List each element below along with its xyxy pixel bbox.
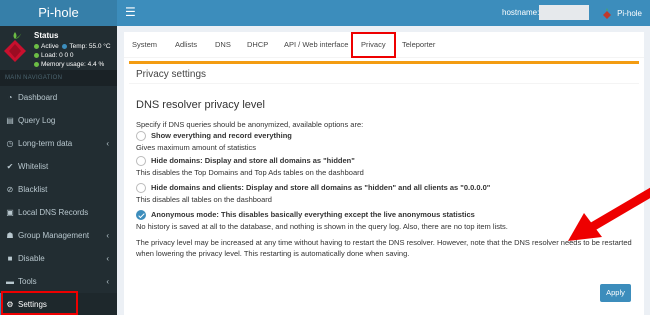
- address-book-icon: ▣: [6, 208, 14, 217]
- sidebar-item-whitelist[interactable]: ✔ Whitelist: [0, 155, 117, 178]
- box-title: Privacy settings: [129, 64, 639, 84]
- temp-icon: [62, 43, 68, 49]
- ban-icon: ⊘: [6, 185, 14, 194]
- sidebar-item-local-dns-records[interactable]: ▣ Local DNS Records: [0, 201, 117, 224]
- folder-icon: ▬: [6, 277, 14, 286]
- tab-adlists[interactable]: Adlists: [175, 32, 197, 58]
- radio-button-checked[interactable]: [136, 210, 146, 220]
- privacy-restart-note: The privacy level may be increased at an…: [136, 238, 632, 258]
- chevron-left-icon: ‹: [106, 139, 109, 148]
- active-label: Active: [41, 43, 59, 50]
- sidebar-item-label: Tools: [18, 277, 37, 286]
- option-label: Anonymous mode: This disables basically …: [151, 210, 475, 219]
- privacy-intro: Specify if DNS queries should be anonymi…: [136, 120, 364, 129]
- sidebar-item-query-log[interactable]: ▤ Query Log: [0, 109, 117, 132]
- chevron-left-icon: ‹: [106, 277, 109, 286]
- chevron-left-icon: ‹: [106, 231, 109, 240]
- option-description: This disables all tables on the dashboar…: [136, 195, 272, 204]
- option-label: Show everything and record everything: [151, 131, 292, 140]
- app-logo[interactable]: Pi-hole: [0, 0, 117, 26]
- hostname-value: [539, 5, 589, 20]
- memory-label: Memory usage: 4.4 %: [41, 61, 105, 68]
- nav-header: MAIN NAVIGATION: [0, 70, 117, 86]
- option-label: Hide domains: Display and store all doma…: [151, 156, 355, 165]
- tab-system[interactable]: System: [132, 32, 157, 58]
- sidebar-item-label: Whitelist: [18, 162, 49, 171]
- radio-button[interactable]: [136, 131, 146, 141]
- memory-dot-icon: [34, 61, 39, 67]
- sidebar-item-label: Long-term data: [18, 139, 73, 148]
- status-panel: Status Active Temp: 55.0 °C Load: 0 0 0 …: [0, 26, 117, 70]
- hamburger-icon[interactable]: ☰: [125, 5, 136, 19]
- sidebar-item-tools[interactable]: ▬ Tools ‹: [0, 270, 117, 293]
- load-label: Load: 0 0 0: [41, 52, 74, 59]
- check-circle-icon: ✔: [6, 162, 14, 171]
- user-menu[interactable]: Pi-hole: [602, 7, 642, 19]
- tab-api-web-interface[interactable]: API / Web interface: [284, 32, 348, 58]
- option-description: Gives maximum amount of statistics: [136, 143, 257, 152]
- option-description: No history is saved at all to the databa…: [136, 222, 508, 231]
- sidebar-item-dashboard[interactable]: ◔ Dashboard: [0, 86, 117, 109]
- radio-button[interactable]: [136, 183, 146, 193]
- sidebar-item-label: Group Management: [18, 231, 90, 240]
- sidebar: Status Active Temp: 55.0 °C Load: 0 0 0 …: [0, 26, 117, 315]
- dashboard-icon: ◔: [7, 93, 13, 102]
- load-dot-icon: [34, 52, 39, 58]
- user-label: Pi-hole: [617, 8, 642, 18]
- history-icon: ◷: [6, 139, 14, 148]
- privacy-box: Privacy settings DNS resolver privacy le…: [129, 61, 639, 310]
- settings-highlight: [1, 291, 78, 315]
- option-description: This disables the Top Domains and Top Ad…: [136, 168, 364, 177]
- top-navbar: ☰ hostname: Pi-hole: [117, 0, 650, 26]
- status-active: Active Temp: 55.0 °C: [34, 43, 111, 50]
- option-label: Hide domains and clients: Display and st…: [151, 183, 491, 192]
- users-icon: ☗: [6, 231, 14, 240]
- stop-icon: ■: [7, 254, 13, 263]
- sidebar-item-label: Query Log: [18, 116, 56, 125]
- active-dot-icon: [34, 43, 39, 49]
- status-title: Status: [34, 31, 59, 40]
- nav-list: ◔ Dashboard ▤ Query Log ◷ Long-term data ‹ ✔ Whi…: [0, 86, 117, 315]
- sidebar-item-label: Local DNS Records: [18, 208, 89, 217]
- red-arrow-annotation: [568, 187, 650, 241]
- privacy-level-heading: DNS resolver privacy level: [136, 99, 265, 111]
- hostname-label: hostname:: [502, 8, 540, 17]
- apply-button[interactable]: Apply: [600, 284, 631, 302]
- file-icon: ▤: [6, 116, 14, 125]
- status-memory: Memory usage: 4.4 %: [34, 61, 104, 68]
- pihole-logo-icon: [603, 8, 612, 19]
- sidebar-item-disable[interactable]: ■ Disable ‹: [0, 247, 117, 270]
- sidebar-item-group-management[interactable]: ☗ Group Management ‹: [0, 224, 117, 247]
- tab-teleporter[interactable]: Teleporter: [402, 32, 435, 58]
- status-load: Load: 0 0 0: [34, 52, 74, 59]
- radio-button[interactable]: [136, 156, 146, 166]
- settings-tabs: System Adlists DNS DHCP API / Web interf…: [124, 32, 644, 58]
- sidebar-item-long-term-data[interactable]: ◷ Long-term data ‹: [0, 132, 117, 155]
- temp-label: Temp: 55.0 °C: [69, 43, 111, 50]
- sidebar-item-label: Dashboard: [18, 93, 58, 102]
- tab-privacy[interactable]: Privacy: [351, 32, 396, 58]
- sidebar-item-label: Disable: [18, 254, 45, 263]
- tab-dns[interactable]: DNS: [215, 32, 231, 58]
- chevron-left-icon: ‹: [106, 254, 109, 263]
- pihole-logo-icon: [4, 32, 26, 62]
- settings-panel: System Adlists DNS DHCP API / Web interf…: [124, 32, 650, 315]
- sidebar-item-label: Blacklist: [18, 185, 48, 194]
- sidebar-item-blacklist[interactable]: ⊘ Blacklist: [0, 178, 117, 201]
- tab-dhcp[interactable]: DHCP: [247, 32, 268, 58]
